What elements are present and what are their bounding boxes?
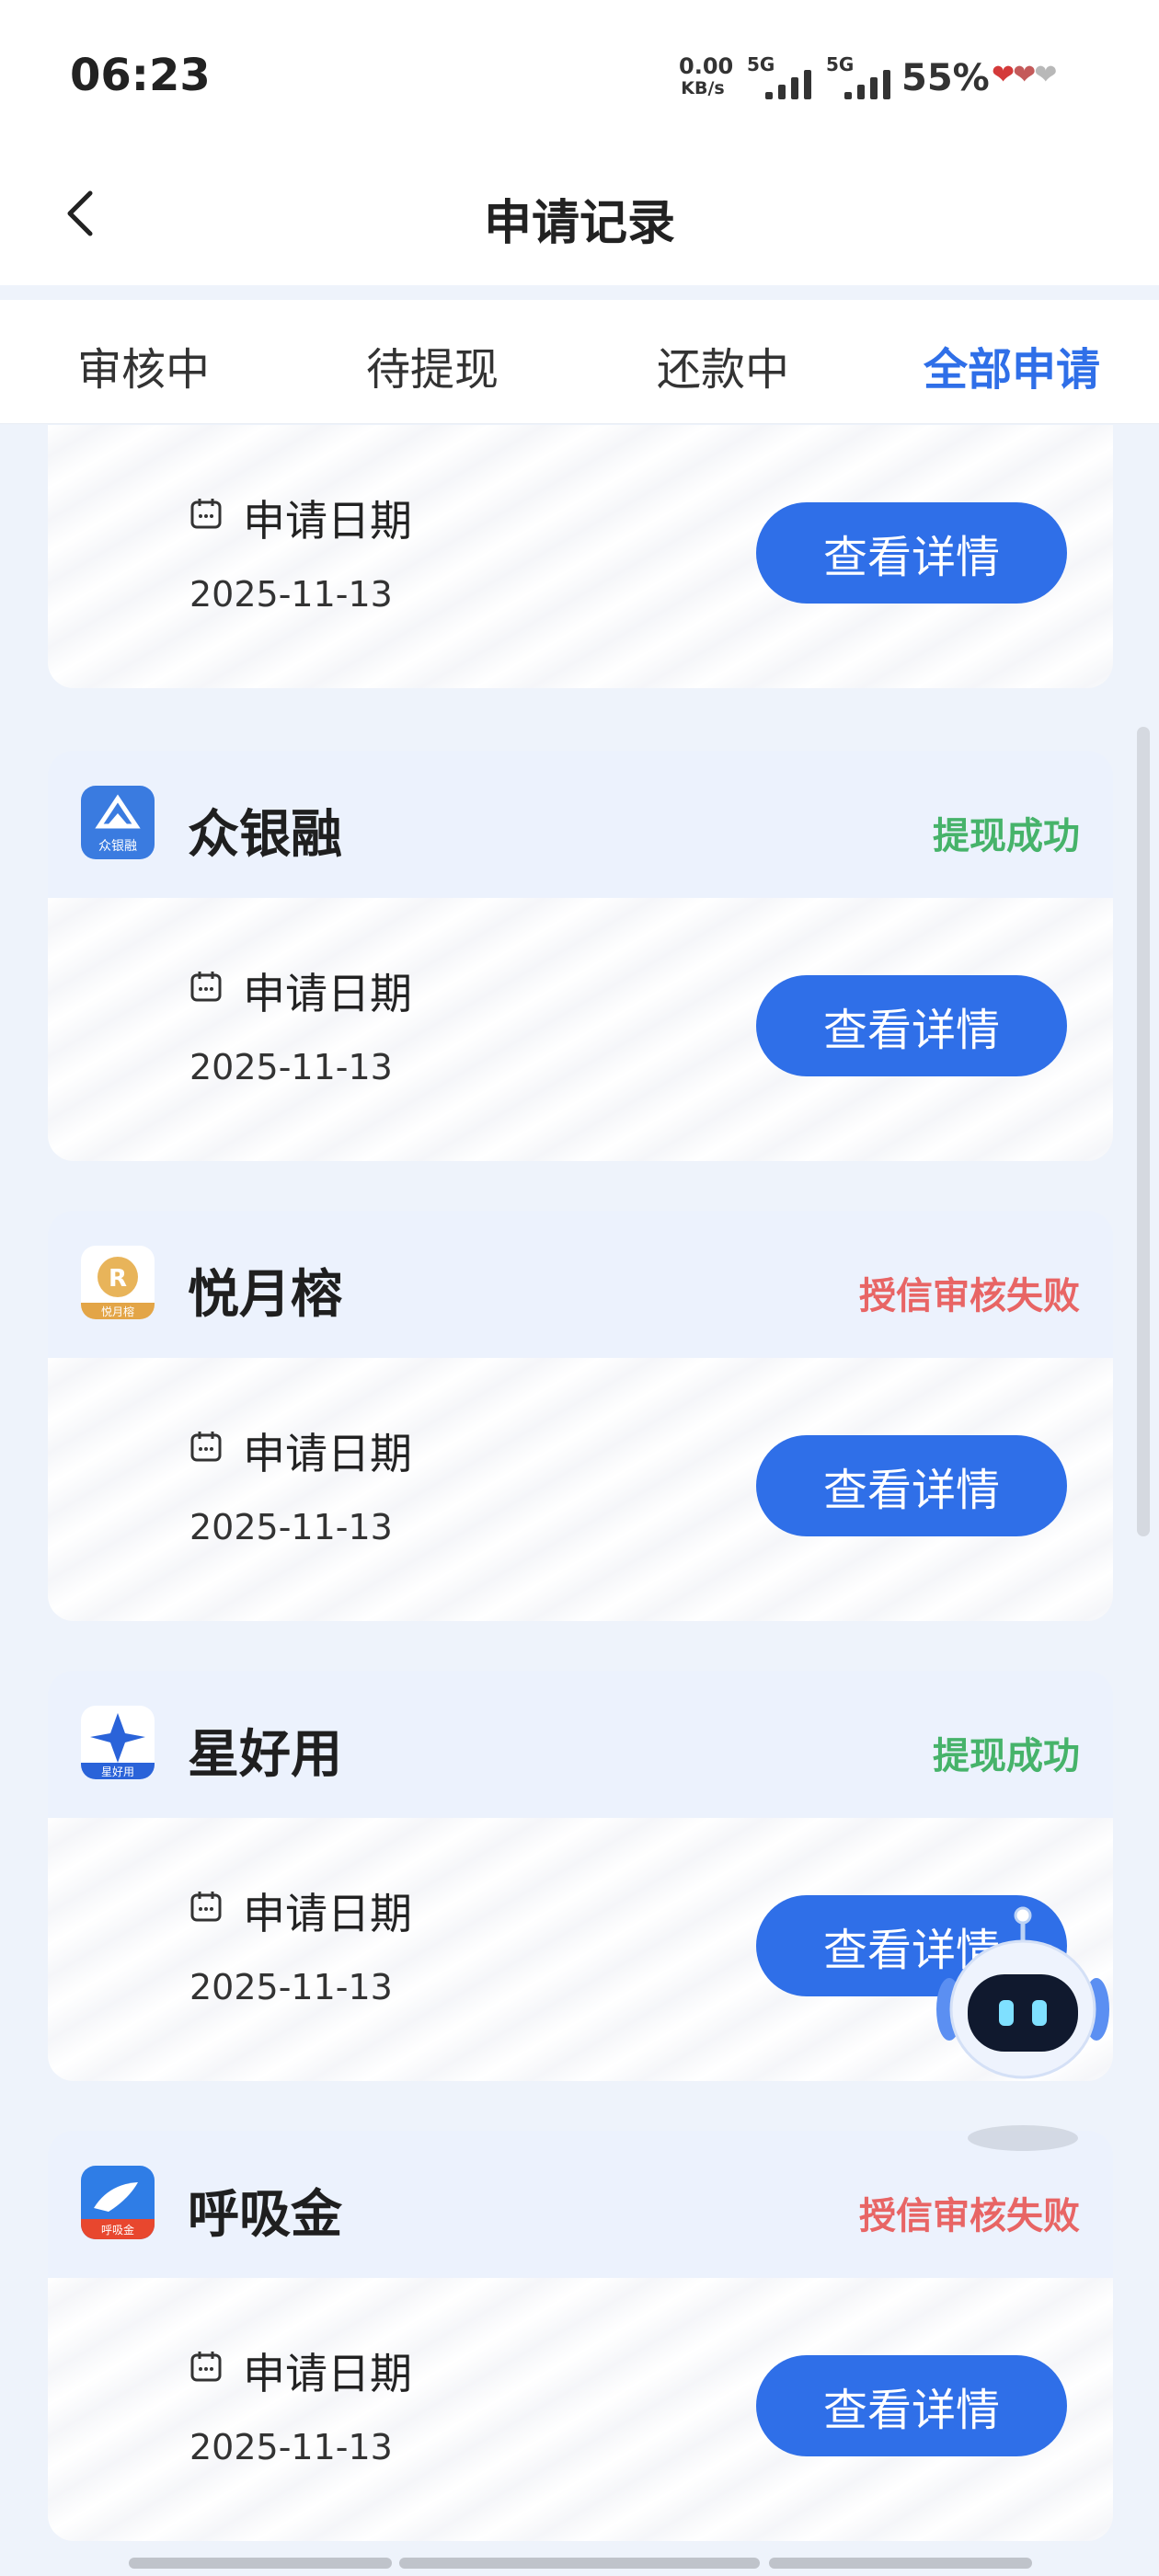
card-header: 众银融 众银融 提现成功 <box>48 751 1113 898</box>
sim2-label: 5G <box>826 53 855 75</box>
status-badge: 提现成功 <box>933 815 1080 857</box>
network-speed: 0.00 KB/s <box>679 53 734 99</box>
card-body: 申请日期 2025-11-13 查看详情 <box>48 425 1113 688</box>
list-item: R 悦月榕 悦月榕 授信审核失败 申请日期 2025-11-13 查看详情 <box>48 1211 1113 1621</box>
calendar-icon <box>190 1892 222 1922</box>
status-bar: 06:23 0.00 KB/s 5G 5G 55% ❤❤❤ <box>0 0 1159 147</box>
view-details-button[interactable]: 查看详情 <box>756 1435 1067 1536</box>
card-body: 申请日期 2025-11-13 查看详情 <box>48 1358 1113 1621</box>
tab-bar: 审核中 待提现 还款中 全部申请 <box>0 300 1159 424</box>
view-details-button[interactable]: 查看详情 <box>756 502 1067 604</box>
gesture-bar-segment <box>399 2558 760 2569</box>
apply-date-value: 2025-11-13 <box>189 1967 393 2007</box>
apply-date-label: 申请日期 <box>243 496 412 546</box>
apply-date-label: 申请日期 <box>243 969 412 1018</box>
tab-pending-withdrawal[interactable]: 待提现 <box>366 333 499 397</box>
card-header: 呼吸金 呼吸金 授信审核失败 <box>48 2131 1113 2278</box>
svg-text:呼吸金: 呼吸金 <box>101 2223 134 2237</box>
product-name: 悦月榕 <box>188 1265 342 1325</box>
page-title: 申请记录 <box>483 196 675 251</box>
network-speed-unit: KB/s <box>681 78 725 98</box>
svg-text:星好用: 星好用 <box>101 1765 134 1778</box>
card-header: R 悦月榕 悦月榕 授信审核失败 <box>48 1211 1113 1358</box>
xinghaoyong-logo-icon: 星好用 <box>81 1706 155 1779</box>
product-name: 众银融 <box>188 805 342 865</box>
view-details-button[interactable]: 查看详情 <box>756 2355 1067 2456</box>
apply-date-value: 2025-11-13 <box>189 1507 393 1547</box>
svg-text:R: R <box>109 1265 127 1293</box>
calendar-icon <box>190 1432 222 1462</box>
gesture-bar-segment <box>129 2558 392 2569</box>
robot-assistant-icon[interactable] <box>935 1901 1111 2085</box>
calendar-icon <box>190 2352 222 2382</box>
product-name: 呼吸金 <box>188 2185 342 2245</box>
svg-text:众银融: 众银融 <box>98 839 137 854</box>
battery-level: 55% <box>901 57 990 99</box>
list-item: 申请日期 2025-11-13 查看详情 <box>48 425 1113 688</box>
scrollbar[interactable] <box>1137 727 1150 1536</box>
product-name: 星好用 <box>188 1725 342 1785</box>
signal-icon-sim2: 5G <box>826 53 900 99</box>
apply-date-value: 2025-11-13 <box>189 574 393 615</box>
svg-text:悦月榕: 悦月榕 <box>101 1305 134 1318</box>
apply-date-value: 2025-11-13 <box>189 1047 393 1087</box>
application-record-list: 申请日期 2025-11-13 查看详情 众银融 众银融 提现成功 申请日期 2… <box>0 425 1159 2541</box>
card-body: 申请日期 2025-11-13 查看详情 <box>48 2278 1113 2541</box>
sim1-label: 5G <box>747 53 775 75</box>
zhongyinrong-logo-icon: 众银融 <box>81 786 155 859</box>
card-header: 星好用 星好用 提现成功 <box>48 1671 1113 1818</box>
apply-date-label: 申请日期 <box>243 2349 412 2398</box>
huxijin-logo-icon: 呼吸金 <box>81 2166 155 2239</box>
status-badge: 提现成功 <box>933 1735 1080 1777</box>
calendar-icon <box>190 499 222 529</box>
heart-status-icon: ❤❤❤ <box>992 59 1057 91</box>
yueyuerong-logo-icon: R 悦月榕 <box>81 1246 155 1319</box>
apply-date-label: 申请日期 <box>243 1889 412 1938</box>
status-time: 06:23 <box>70 50 211 101</box>
gesture-bar-segment <box>769 2558 1032 2569</box>
status-badge: 授信审核失败 <box>859 1275 1080 1317</box>
card-body: 申请日期 2025-11-13 查看详情 <box>48 898 1113 1161</box>
tab-reviewing[interactable]: 审核中 <box>77 333 210 397</box>
tab-repaying[interactable]: 还款中 <box>657 333 789 397</box>
tab-all-applications[interactable]: 全部申请 <box>924 333 1100 397</box>
nav-bar: 申请记录 <box>0 147 1159 285</box>
list-item: 众银融 众银融 提现成功 申请日期 2025-11-13 查看详情 <box>48 751 1113 1161</box>
robot-shadow <box>968 2125 1078 2151</box>
view-details-button[interactable]: 查看详情 <box>756 975 1067 1076</box>
network-speed-value: 0.00 <box>679 53 734 79</box>
apply-date-value: 2025-11-13 <box>189 2427 393 2467</box>
calendar-icon <box>190 972 222 1002</box>
list-item: 呼吸金 呼吸金 授信审核失败 申请日期 2025-11-13 查看详情 <box>48 2131 1113 2541</box>
signal-icon-sim1: 5G <box>747 53 820 99</box>
status-badge: 授信审核失败 <box>859 2195 1080 2237</box>
apply-date-label: 申请日期 <box>243 1429 412 1478</box>
